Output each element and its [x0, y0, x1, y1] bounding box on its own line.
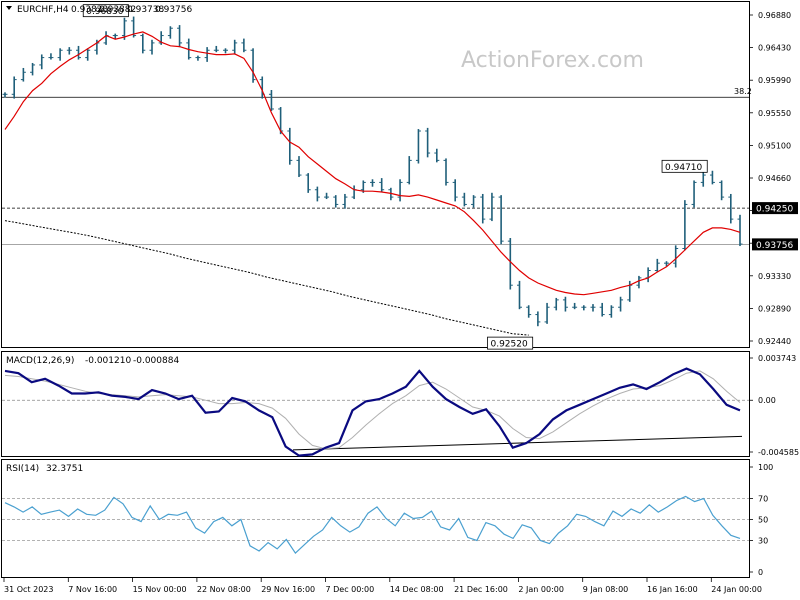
- macd-panel-frame: [1, 351, 750, 457]
- price-y-tick-label: 0.92890: [758, 304, 791, 313]
- price-y-tick-label: 0.96880: [758, 11, 791, 20]
- macd-value: -0.001210: [85, 356, 131, 366]
- price-annotation-label: 0.92520: [490, 340, 527, 350]
- price-y-axis: 0.96880 0.96430 0.95990 0.95550 0.95100 0.946…: [749, 11, 791, 346]
- macd-y-tick-label: 0.00: [758, 396, 776, 405]
- time-axis: 31 Oct 2023 7 Nov 16:00 15 Nov 00:00 22 Nov…: [3, 578, 762, 594]
- time-axis-label: 9 Jan 08:00: [583, 585, 629, 594]
- rsi-y-tick-label: 0: [758, 568, 763, 577]
- price-panel: ActionForex.com 0.968800.964300.959900.9…: [1, 1, 798, 350]
- price-y-tick-label: 0.95100: [758, 141, 791, 150]
- ohlc-close: 0.93756: [155, 5, 192, 15]
- time-axis-label: 2 Jan 00:00: [518, 585, 564, 594]
- time-axis-label: 7 Nov 16:00: [68, 585, 117, 594]
- time-axis-label: 22 Nov 08:00: [197, 585, 251, 594]
- time-axis-label: 15 Nov 00:00: [133, 585, 187, 594]
- macd-signal-value: -0.000884: [133, 356, 179, 366]
- price-tag-label: 0.94250: [756, 205, 793, 215]
- watermark: ActionForex.com: [461, 48, 644, 73]
- rsi-y-tick-label: 50: [758, 516, 768, 525]
- symbol-label: EURCHF,H4: [17, 5, 69, 15]
- fib-label: 38.2: [734, 87, 752, 96]
- time-axis-label: 31 Oct 2023: [4, 585, 53, 594]
- time-axis-label: 16 Jan 16:00: [647, 585, 698, 594]
- chart-canvas: ActionForex.com 0.968800.964300.959900.9…: [1, 1, 799, 594]
- time-axis-label: 14 Dec 08:00: [390, 585, 444, 594]
- rsi-label: RSI(14): [6, 464, 39, 474]
- macd-y-tick-label: -0.004585: [758, 448, 799, 457]
- price-y-tick-label: 0.94660: [758, 174, 791, 183]
- rsi-value: 32.3751: [46, 464, 83, 474]
- price-y-tick-label: 0.92440: [758, 337, 791, 346]
- rsi-y-tick-label: 100: [758, 463, 773, 472]
- price-annotation-label: 0.94710: [665, 163, 702, 173]
- macd-y-tick-label: 0.003743: [758, 354, 796, 363]
- time-axis-label: 24 Jan 00:00: [711, 585, 762, 594]
- rsi-y-tick-label: 70: [758, 495, 768, 504]
- rsi-panel-frame: [1, 459, 750, 578]
- price-tag-label: 0.93756: [756, 241, 793, 251]
- macd-panel: 0.003743 0.00 -0.004585 MACD(12,26,9) -0.0…: [1, 351, 799, 457]
- time-axis-label: 21 Dec 16:00: [454, 585, 508, 594]
- time-axis-label: 7 Dec 00:00: [326, 585, 375, 594]
- rsi-y-tick-label: 30: [758, 537, 768, 546]
- rsi-panel: 100 70 50 30 0 RSI(14) 32.3751: [1, 459, 773, 578]
- title-bar: EURCHF,H4 0.93823 0.93882 0.93738 0.9375…: [6, 5, 192, 15]
- time-axis-label: 29 Nov 16:00: [261, 585, 315, 594]
- price-tags: 0.94250 0.93756: [752, 202, 798, 251]
- price-y-tick-label: 0.95550: [758, 109, 791, 118]
- price-y-tick-label: 0.95990: [758, 76, 791, 85]
- price-y-tick-label: 0.93330: [758, 272, 791, 281]
- macd-y-axis: 0.003743 0.00 -0.004585: [749, 354, 799, 457]
- macd-label: MACD(12,26,9): [6, 356, 74, 366]
- rsi-y-axis: 100 70 50 30 0: [749, 463, 773, 577]
- price-y-tick-label: 0.96430: [758, 44, 791, 53]
